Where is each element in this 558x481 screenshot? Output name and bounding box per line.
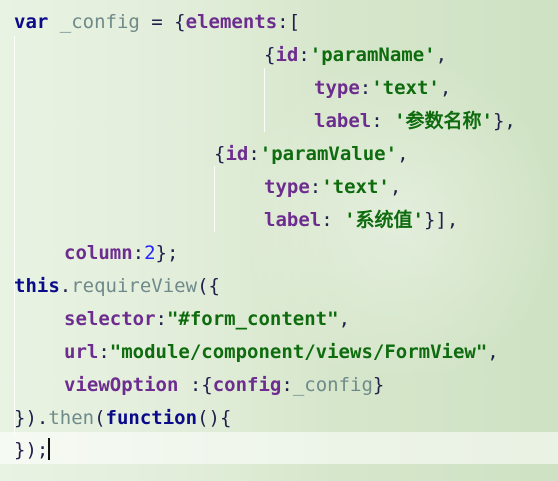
punctuation: },	[492, 110, 516, 132]
property-url: url	[64, 341, 99, 363]
code-line-3: type:'text',	[314, 72, 451, 104]
punctuation: {	[264, 44, 276, 66]
code-line-2: {id:'paramName',	[264, 39, 447, 71]
number-literal: 2	[144, 242, 156, 264]
property-column: column	[64, 242, 133, 264]
string-url: "module/component/views/FormView"	[109, 341, 488, 363]
property-id: id	[225, 143, 249, 165]
punctuation: :	[309, 176, 322, 198]
punctuation: :	[98, 341, 110, 363]
string-paramValue: 'paramValue'	[259, 143, 398, 165]
punctuation: });	[14, 439, 49, 461]
code-line-7: label: '系统值'}],	[264, 204, 458, 236]
punctuation: ,	[397, 143, 409, 165]
punctuation: = {	[139, 11, 186, 33]
code-line-12: viewOption :{config:_config}	[64, 369, 384, 401]
current-line-highlight	[0, 432, 558, 464]
punctuation: :	[132, 242, 145, 264]
code-line-6: type:'text',	[264, 171, 401, 203]
string-label-paramValue: '系统值'	[344, 209, 424, 231]
punctuation: ,	[435, 44, 448, 66]
property-elements: elements	[185, 11, 278, 33]
property-label: label	[264, 209, 322, 231]
indent-guide	[264, 68, 265, 132]
property-type: type	[314, 77, 360, 99]
identifier-requireView: requireView	[71, 275, 198, 297]
property-type: type	[264, 176, 310, 198]
string-selector: "#form_content"	[166, 308, 339, 330]
punctuation: };	[155, 242, 179, 264]
keyword-var: var	[14, 11, 49, 33]
code-line-11: url:"module/component/views/FormView",	[64, 336, 499, 368]
property-label: label	[314, 110, 372, 132]
string-text: 'text'	[371, 77, 440, 99]
punctuation: }	[372, 374, 385, 396]
punctuation: (	[94, 407, 106, 429]
punctuation: :	[371, 110, 395, 132]
code-line-5: {id:'paramValue',	[214, 138, 409, 170]
punctuation: .	[59, 275, 72, 297]
code-line-1: var _config = {elements:[	[14, 6, 300, 38]
identifier-config: _config	[292, 374, 373, 396]
punctuation: :	[155, 308, 167, 330]
punctuation: :{	[178, 374, 213, 396]
punctuation: ,	[439, 77, 452, 99]
code-line-13: }).then(function(){	[14, 402, 231, 434]
indent-guide	[14, 36, 15, 436]
keyword-function: function	[105, 407, 198, 429]
code-line-9: this.requireView({	[14, 270, 220, 302]
keyword-this: this	[14, 275, 60, 297]
punctuation: (){	[197, 407, 232, 429]
punctuation: ({	[197, 275, 220, 297]
property-selector: selector	[64, 308, 156, 330]
identifier-then: then	[48, 407, 95, 429]
punctuation: :	[281, 374, 293, 396]
punctuation: ,	[338, 308, 351, 330]
punctuation: ,	[487, 341, 499, 363]
punctuation: :	[359, 77, 372, 99]
property-id: id	[275, 44, 299, 66]
punctuation: :	[248, 143, 260, 165]
indent-guide	[214, 166, 215, 232]
text-cursor	[48, 438, 51, 460]
property-viewOption: viewOption	[64, 374, 179, 396]
property-config: config	[212, 374, 282, 396]
code-line-10: selector:"#form_content",	[64, 303, 350, 335]
punctuation: }],	[423, 209, 459, 231]
string-paramName: 'paramName'	[309, 44, 436, 66]
punctuation: :[	[277, 11, 301, 33]
identifier-config: _config	[59, 11, 140, 33]
string-label-paramName: '参数名称'	[394, 110, 493, 132]
code-line-4: label: '参数名称'},	[314, 105, 516, 137]
code-line-8: column:2};	[64, 237, 178, 269]
punctuation: :	[321, 209, 345, 231]
string-text: 'text'	[321, 176, 390, 198]
punctuation: }).	[14, 407, 49, 429]
punctuation: ,	[389, 176, 402, 198]
punctuation: :	[298, 44, 310, 66]
code-editor[interactable]: var _config = {elements:[ {id:'paramName…	[0, 0, 558, 481]
punctuation: {	[214, 143, 226, 165]
code-line-14: });	[14, 434, 51, 466]
